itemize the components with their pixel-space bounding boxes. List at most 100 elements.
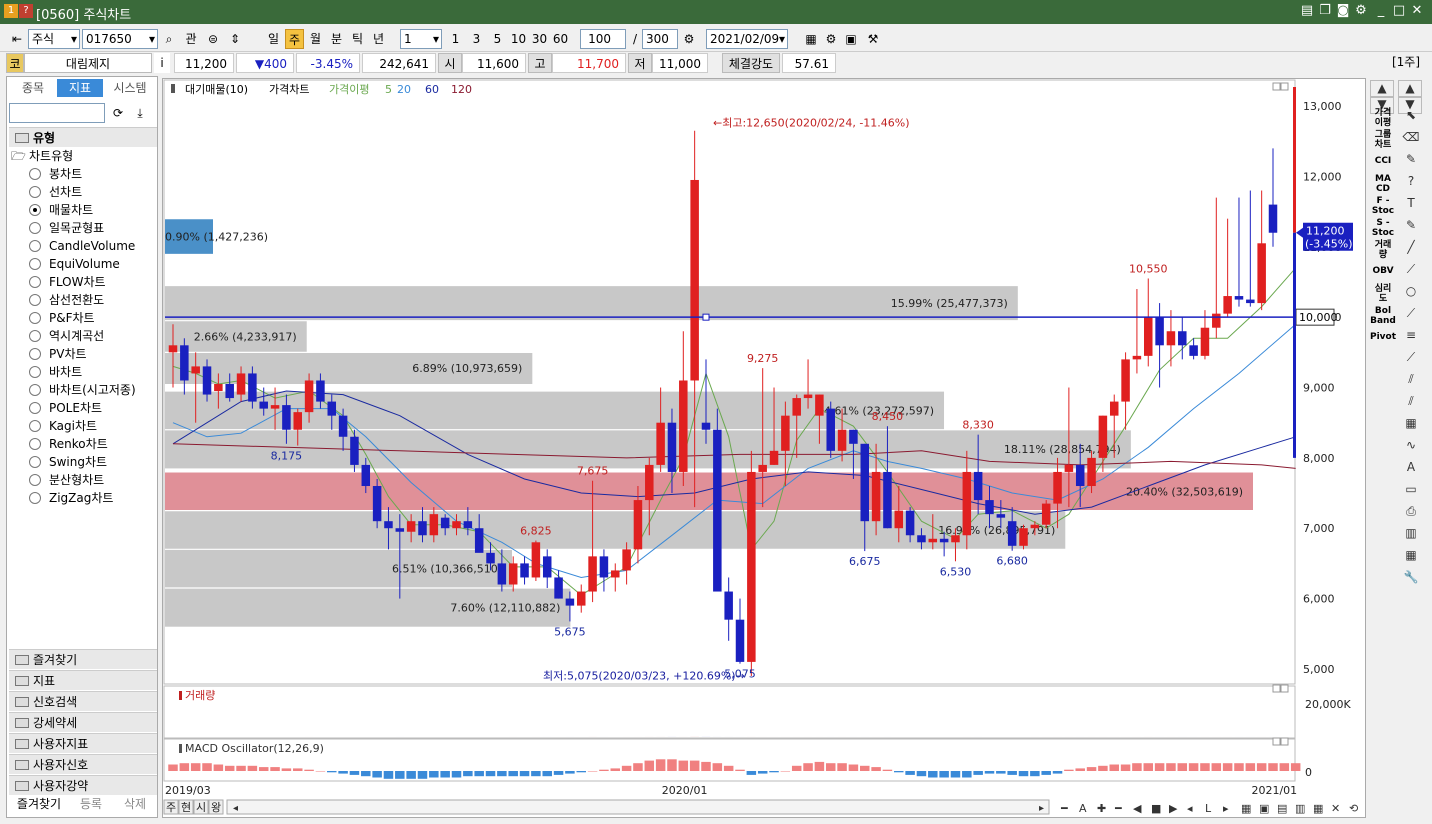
- candle-body[interactable]: [338, 415, 348, 437]
- prev-icon[interactable]: ◀: [1133, 802, 1142, 815]
- tool-bol-band[interactable]: Bol Band: [1370, 306, 1396, 326]
- radio-icon[interactable]: [29, 204, 41, 216]
- candle-body[interactable]: [894, 510, 904, 529]
- eraser-icon[interactable]: ⌫: [1400, 130, 1422, 148]
- candle-body[interactable]: [1200, 327, 1210, 356]
- interval-button[interactable]: 1: [446, 29, 465, 49]
- copy-icon[interactable]: ❐: [1316, 2, 1334, 20]
- radio-icon[interactable]: [29, 348, 41, 360]
- radio-icon[interactable]: [29, 384, 41, 396]
- total-input[interactable]: 300: [642, 29, 678, 49]
- refresh-icon[interactable]: ⟳: [109, 103, 127, 123]
- candle-body[interactable]: [849, 429, 858, 444]
- layout-icon[interactable]: ▤: [1298, 2, 1316, 20]
- radio-icon[interactable]: [29, 456, 41, 468]
- folder-item[interactable]: 사용자신호: [9, 754, 157, 774]
- candle-body[interactable]: [815, 394, 824, 416]
- candle-body[interactable]: [905, 510, 915, 536]
- candle-body[interactable]: [1121, 359, 1130, 402]
- candle-body[interactable]: [225, 384, 234, 399]
- date-input[interactable]: 2021/02/09 ▾: [706, 29, 788, 49]
- candle-body[interactable]: [1178, 331, 1187, 346]
- candle-body[interactable]: [236, 373, 246, 395]
- candle-body[interactable]: [781, 415, 790, 451]
- radio-icon[interactable]: [29, 330, 41, 342]
- candle-body[interactable]: [214, 384, 223, 392]
- bottom-tab[interactable]: 등록: [69, 795, 113, 813]
- legend-item[interactable]: 120: [451, 83, 472, 96]
- scroll-right-icon[interactable]: ▸: [1039, 803, 1044, 814]
- left-icon[interactable]: ◂: [1187, 802, 1193, 815]
- chart-area[interactable]: 0.90% (1,427,236) 15.99% (25,477,373) 2.66…: [162, 78, 1366, 818]
- candle-body[interactable]: [679, 380, 688, 472]
- folder-item[interactable]: 즐겨찾기: [9, 649, 157, 669]
- candle-body[interactable]: [565, 598, 575, 606]
- candle-body[interactable]: [939, 538, 949, 543]
- radio-icon[interactable]: [29, 240, 41, 252]
- left-tab[interactable]: 종목: [9, 79, 57, 97]
- pane-close-icon[interactable]: [1280, 82, 1289, 91]
- candle-body[interactable]: [996, 514, 1006, 518]
- candle-body[interactable]: [372, 486, 382, 522]
- window-icon[interactable]: ▭: [1400, 482, 1422, 500]
- text-icon[interactable]: T: [1400, 196, 1422, 214]
- candle-body[interactable]: [1109, 401, 1119, 416]
- interval-button[interactable]: 60: [551, 29, 570, 49]
- tool-pivot[interactable]: Pivot: [1370, 332, 1396, 342]
- candle-body[interactable]: [270, 405, 280, 409]
- history-back-icon[interactable]: ⇤: [8, 29, 26, 49]
- folder-item[interactable]: 사용자강약: [9, 775, 157, 795]
- tool-f-stoc[interactable]: F - Stoc: [1370, 196, 1396, 216]
- candle-body[interactable]: [259, 401, 268, 409]
- code-input[interactable]: 017650 ▾: [82, 29, 158, 49]
- candle-body[interactable]: [826, 408, 835, 451]
- candle-body[interactable]: [452, 521, 461, 529]
- radio-icon[interactable]: [29, 312, 41, 324]
- candle-body[interactable]: [1155, 317, 1164, 346]
- save-icon[interactable]: ▤: [1277, 802, 1287, 815]
- candle-body[interactable]: [293, 412, 302, 430]
- candle-body[interactable]: [1030, 524, 1040, 529]
- radio-icon[interactable]: [29, 168, 41, 180]
- candle-body[interactable]: [486, 552, 495, 564]
- candle-body[interactable]: [713, 429, 722, 592]
- tool-psy[interactable]: 심리 도: [1370, 284, 1396, 304]
- crosshair-handle[interactable]: [702, 313, 710, 321]
- legend-item[interactable]: 20: [397, 83, 411, 96]
- period-button[interactable]: 주: [285, 29, 304, 49]
- folder-item[interactable]: 사용자지표: [9, 733, 157, 753]
- settings-icon[interactable]: ▦: [1241, 802, 1251, 815]
- brush-icon[interactable]: ✎: [1400, 218, 1422, 236]
- interval-button[interactable]: 5: [488, 29, 507, 49]
- search-icon[interactable]: ⌕: [160, 29, 178, 49]
- tool-price-ma[interactable]: 가격 이평: [1370, 108, 1396, 128]
- zoom-slider-icon[interactable]: ━: [1060, 802, 1068, 815]
- excel-icon[interactable]: ▣: [1259, 802, 1269, 815]
- cursor-icon[interactable]: ⬉: [1400, 108, 1422, 126]
- image-icon[interactable]: ▦: [1313, 802, 1323, 815]
- candle-body[interactable]: [973, 471, 983, 501]
- candle-body[interactable]: [599, 556, 609, 578]
- radio-icon[interactable]: [29, 258, 41, 270]
- dw-icon[interactable]: ▦: [1400, 548, 1422, 566]
- candle-body[interactable]: [1223, 296, 1232, 314]
- candle-body[interactable]: [837, 429, 847, 451]
- grid-icon[interactable]: ▦: [1400, 416, 1422, 434]
- legend-item[interactable]: 가격이평: [329, 83, 369, 96]
- candle-body[interactable]: [1064, 464, 1074, 472]
- candle-body[interactable]: [1132, 355, 1142, 360]
- candle-body[interactable]: [248, 373, 257, 402]
- period-button[interactable]: 틱: [348, 29, 367, 49]
- help-badge[interactable]: ?: [19, 4, 33, 18]
- candle-body[interactable]: [316, 380, 325, 402]
- candle-body[interactable]: [860, 443, 870, 522]
- tool-cci[interactable]: CCI: [1370, 156, 1396, 166]
- tool-s-stoc[interactable]: S - Stoc: [1370, 218, 1396, 238]
- legend-item[interactable]: 가격차트: [269, 83, 309, 96]
- info-icon[interactable]: i: [154, 53, 170, 73]
- draw-icon[interactable]: ✎: [1400, 152, 1422, 170]
- tag-button[interactable]: 관: [182, 29, 200, 49]
- candle-body[interactable]: [1246, 299, 1255, 304]
- pane-minimize-icon[interactable]: [1272, 82, 1281, 91]
- print-icon[interactable]: ⎙: [1400, 504, 1422, 522]
